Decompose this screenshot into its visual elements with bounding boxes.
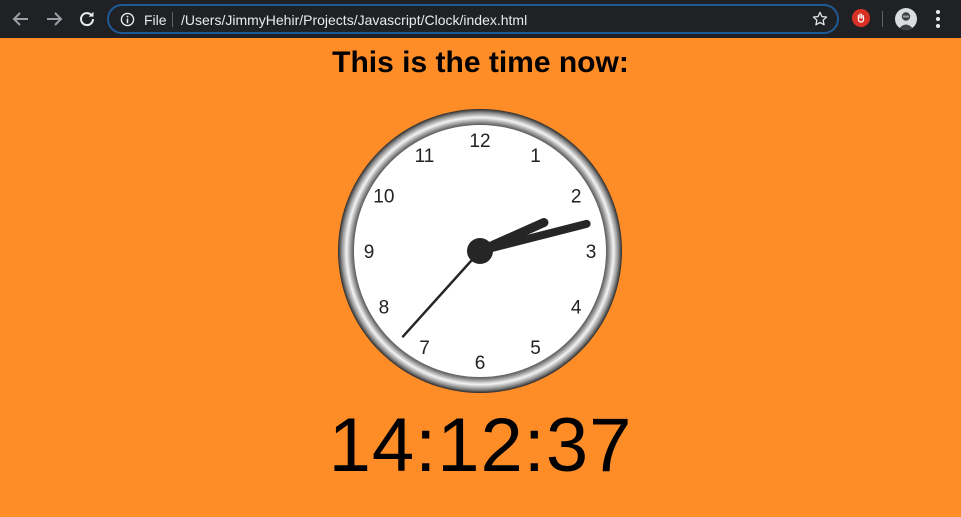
analog-clock: 121234567891011: [338, 109, 622, 393]
url-text[interactable]: /Users/JimmyHehir/Projects/Javascript/Cl…: [181, 12, 527, 28]
address-separator: [172, 12, 173, 27]
clock-number: 3: [586, 242, 597, 263]
avatar[interactable]: [895, 8, 917, 30]
info-icon[interactable]: [119, 11, 135, 27]
hand-stop-icon[interactable]: [852, 9, 870, 27]
reload-icon: [80, 11, 95, 27]
clock-number: 8: [379, 298, 390, 319]
clock-number: 12: [469, 131, 490, 152]
clock-center-pin: [467, 238, 493, 264]
browser-toolbar: File /Users/JimmyHehir/Projects/Javascri…: [0, 0, 961, 38]
clock-number: 9: [364, 242, 375, 263]
page-title: This is the time now:: [332, 46, 629, 79]
reload-button[interactable]: [76, 8, 98, 30]
forward-arrow-icon: [47, 12, 63, 26]
address-bar[interactable]: File /Users/JimmyHehir/Projects/Javascri…: [107, 4, 839, 34]
digital-time: 14:12:37: [328, 403, 633, 488]
star-icon[interactable]: [811, 10, 829, 28]
forward-button[interactable]: [43, 8, 65, 30]
clock-number: 1: [530, 146, 541, 167]
clock-number: 4: [571, 298, 582, 319]
more-vertical-icon[interactable]: [929, 9, 947, 29]
clock-number: 5: [530, 338, 541, 359]
clock-number: 7: [419, 338, 430, 359]
file-scheme-label: File: [144, 12, 167, 28]
clock-number: 2: [571, 187, 582, 208]
clock-number: 11: [415, 146, 435, 167]
toolbar-separator: [882, 11, 883, 27]
clock-number: 6: [475, 353, 486, 374]
back-button[interactable]: [10, 8, 32, 30]
clock-number: 10: [373, 187, 394, 208]
back-arrow-icon: [12, 12, 28, 26]
